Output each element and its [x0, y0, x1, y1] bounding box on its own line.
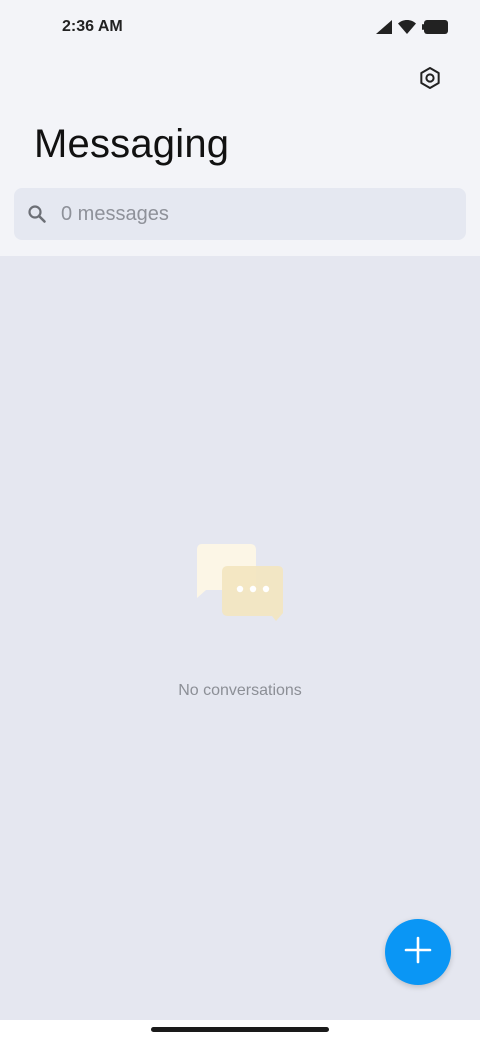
new-conversation-button[interactable] [385, 919, 451, 985]
battery-icon [422, 20, 448, 34]
settings-icon [418, 66, 442, 95]
search-icon [26, 203, 48, 225]
status-bar: 2:36 AM [0, 0, 480, 56]
page-title: Messaging [34, 122, 230, 166]
plus-icon [404, 936, 432, 969]
search-input[interactable] [61, 202, 421, 226]
navigation-bar [0, 1020, 480, 1040]
wifi-icon [398, 20, 416, 34]
empty-state-text: No conversations [178, 682, 302, 699]
status-icons [376, 20, 448, 34]
conversation-list: No conversations [0, 256, 480, 1020]
cell-signal-icon [376, 20, 392, 34]
messaging-screen: 2:36 AM Messaging 0 messages No conversa… [0, 0, 480, 1040]
home-indicator[interactable] [151, 1027, 329, 1032]
chat-bubbles-icon [194, 544, 288, 626]
search-bar[interactable] [14, 188, 466, 240]
settings-button[interactable] [410, 60, 450, 100]
status-time: 2:36 AM [62, 18, 123, 35]
